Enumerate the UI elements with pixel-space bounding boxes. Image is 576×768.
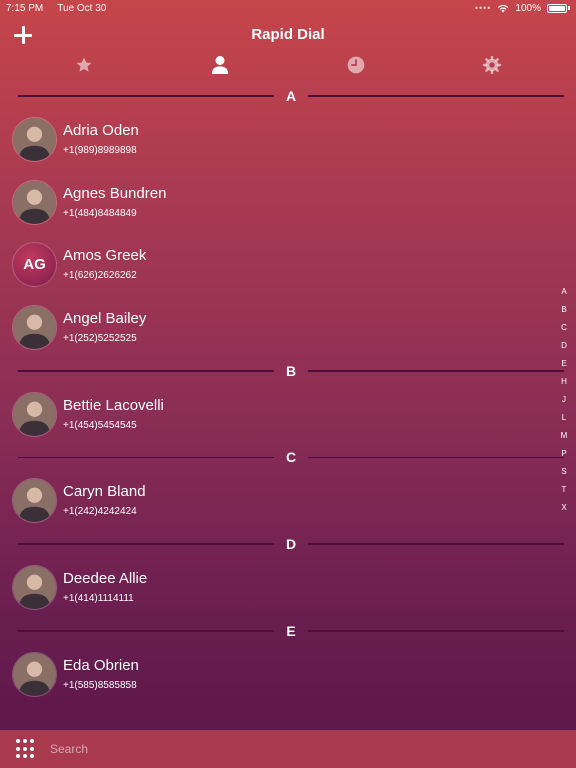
divider bbox=[18, 630, 274, 632]
avatar bbox=[12, 651, 57, 697]
section-letter: D bbox=[285, 536, 297, 553]
avatar bbox=[12, 179, 57, 225]
page-title: Rapid Dial bbox=[251, 26, 325, 43]
clock-icon bbox=[347, 56, 365, 74]
person-photo-icon bbox=[13, 479, 56, 523]
index-letter[interactable]: T bbox=[558, 485, 570, 503]
tab-contacts[interactable] bbox=[152, 50, 288, 80]
contact-name: Adria Oden bbox=[63, 121, 139, 139]
bottom-bar bbox=[0, 730, 576, 768]
contact-row[interactable]: AG Amos Greek +1(626)2626262 bbox=[0, 233, 576, 296]
contact-phone: +1(585)8585858 bbox=[63, 679, 137, 691]
contact-name: Caryn Bland bbox=[63, 483, 146, 501]
section-letter: A bbox=[285, 88, 297, 104]
contact-row[interactable]: Caryn Bland +1(242)4242424 bbox=[0, 469, 576, 532]
section-header: B bbox=[18, 359, 564, 383]
divider bbox=[308, 543, 564, 545]
section-index[interactable]: ABCDEHJLMPSTX bbox=[558, 287, 570, 521]
tab-bar bbox=[16, 50, 560, 80]
contact-phone: +1(989)8989898 bbox=[63, 144, 137, 156]
index-letter[interactable]: M bbox=[558, 431, 570, 449]
divider bbox=[308, 95, 564, 97]
avatar bbox=[12, 116, 57, 162]
battery-percent: 100% bbox=[515, 2, 541, 14]
contact-row[interactable]: Bettie Lacovelli +1(454)5454545 bbox=[0, 383, 576, 446]
section-header: E bbox=[18, 619, 564, 643]
contact-row[interactable]: Angel Bailey +1(252)5252525 bbox=[0, 296, 576, 359]
multitasking-dots-icon: •••• bbox=[474, 3, 492, 13]
contact-phone: +1(626)2626262 bbox=[63, 270, 137, 282]
divider bbox=[308, 370, 564, 372]
contact-name: Eda Obrien bbox=[63, 656, 139, 674]
divider bbox=[18, 370, 274, 372]
contact-row[interactable]: Adria Oden +1(989)8989898 bbox=[0, 108, 576, 171]
contact-name: Angel Bailey bbox=[63, 309, 147, 327]
index-letter[interactable]: H bbox=[558, 377, 570, 395]
avatar: AG bbox=[12, 242, 57, 288]
person-photo-icon bbox=[13, 652, 56, 696]
index-letter[interactable]: L bbox=[558, 413, 570, 431]
contact-row[interactable]: Eda Obrien +1(585)8585858 bbox=[0, 643, 576, 706]
section-letter: C bbox=[285, 449, 297, 466]
person-icon bbox=[211, 56, 229, 74]
status-bar: 7:15 PM Tue Oct 30 •••• 100% bbox=[0, 0, 576, 16]
star-icon bbox=[76, 57, 92, 72]
status-time: 7:15 PM bbox=[6, 2, 44, 14]
person-photo-icon bbox=[13, 180, 56, 224]
avatar bbox=[12, 564, 57, 610]
keypad-icon[interactable] bbox=[16, 739, 36, 759]
avatar bbox=[12, 478, 57, 524]
divider bbox=[308, 456, 564, 459]
divider bbox=[18, 456, 274, 459]
contact-phone: +1(484)8484849 bbox=[63, 207, 137, 219]
avatar bbox=[12, 304, 57, 350]
contact-phone: +1(414)1114111 bbox=[63, 592, 134, 604]
contact-name: Bettie Lacovelli bbox=[63, 396, 164, 414]
gear-icon bbox=[482, 55, 502, 75]
index-letter[interactable]: B bbox=[558, 305, 570, 323]
section-letter: B bbox=[285, 362, 297, 379]
person-photo-icon bbox=[13, 117, 56, 161]
index-letter[interactable]: S bbox=[558, 467, 570, 485]
person-photo-icon bbox=[13, 305, 56, 349]
battery-icon bbox=[547, 3, 567, 13]
tab-favorites[interactable] bbox=[16, 50, 152, 80]
person-photo-icon bbox=[13, 565, 56, 609]
section-header: C bbox=[18, 445, 564, 469]
avatar bbox=[12, 391, 57, 437]
index-letter[interactable]: P bbox=[558, 449, 570, 467]
index-letter[interactable]: C bbox=[558, 323, 570, 341]
tab-settings[interactable] bbox=[424, 50, 560, 80]
contact-name: Amos Greek bbox=[63, 247, 147, 265]
index-letter[interactable]: A bbox=[558, 287, 570, 305]
contact-name: Deedee Allie bbox=[63, 569, 148, 587]
index-letter[interactable]: D bbox=[558, 341, 570, 359]
section-header: D bbox=[18, 532, 564, 556]
section-letter: E bbox=[286, 622, 296, 639]
divider bbox=[18, 543, 274, 545]
contact-phone: +1(242)4242424 bbox=[63, 506, 137, 518]
section-header: A bbox=[18, 84, 564, 108]
nav-bar: Rapid Dial bbox=[0, 20, 576, 50]
divider bbox=[18, 95, 274, 97]
contact-row[interactable]: Agnes Bundren +1(484)8484849 bbox=[0, 171, 576, 234]
contact-phone: +1(252)5252525 bbox=[63, 332, 137, 344]
divider bbox=[308, 630, 564, 632]
contact-phone: +1(454)5454545 bbox=[63, 419, 137, 431]
person-photo-icon bbox=[13, 392, 56, 436]
status-date: Tue Oct 30 bbox=[57, 2, 107, 14]
contact-list[interactable]: A Adria Oden +1(989)8989898 Agnes Bundren +1… bbox=[0, 84, 576, 730]
contact-row[interactable]: Deedee Allie +1(414)1114111 bbox=[0, 556, 576, 619]
search-input[interactable] bbox=[50, 742, 566, 756]
index-letter[interactable]: E bbox=[558, 359, 570, 377]
index-letter[interactable]: J bbox=[558, 395, 570, 413]
index-letter[interactable]: X bbox=[558, 503, 570, 521]
tab-recents[interactable] bbox=[288, 50, 424, 80]
wifi-icon bbox=[498, 4, 509, 12]
contact-name: Agnes Bundren bbox=[63, 184, 167, 202]
